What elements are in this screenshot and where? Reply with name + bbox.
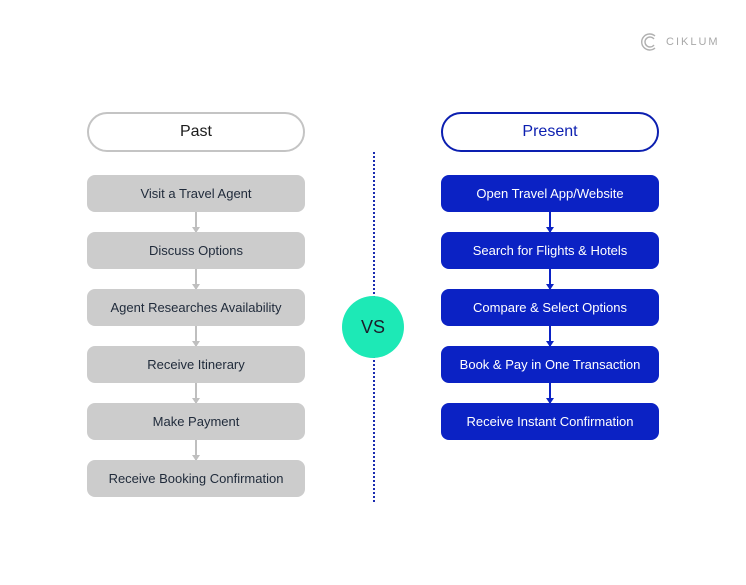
- present-step: Search for Flights & Hotels: [441, 232, 659, 269]
- present-header: Present: [441, 112, 659, 152]
- ciklum-c-icon: [641, 33, 656, 51]
- present-step: Compare & Select Options: [441, 289, 659, 326]
- past-header: Past: [87, 112, 305, 152]
- present-step: Open Travel App/Website: [441, 175, 659, 212]
- brand-name: CIKLUM: [666, 36, 720, 48]
- past-step: Receive Itinerary: [87, 346, 305, 383]
- arrow-down-icon: [192, 269, 200, 290]
- present-step: Receive Instant Confirmation: [441, 403, 659, 440]
- arrow-down-icon: [546, 383, 554, 404]
- past-step: Make Payment: [87, 403, 305, 440]
- arrow-down-icon: [192, 326, 200, 347]
- arrow-down-icon: [192, 440, 200, 461]
- arrow-down-icon: [546, 212, 554, 233]
- brand-logo: CIKLUM: [640, 32, 720, 52]
- present-step: Book & Pay in One Transaction: [441, 346, 659, 383]
- past-step: Discuss Options: [87, 232, 305, 269]
- arrow-down-icon: [546, 326, 554, 347]
- vs-badge: VS: [342, 296, 404, 358]
- past-step: Receive Booking Confirmation: [87, 460, 305, 497]
- past-step: Visit a Travel Agent: [87, 175, 305, 212]
- past-step: Agent Researches Availability: [87, 289, 305, 326]
- arrow-down-icon: [192, 212, 200, 233]
- arrow-down-icon: [192, 383, 200, 404]
- arrow-down-icon: [546, 269, 554, 290]
